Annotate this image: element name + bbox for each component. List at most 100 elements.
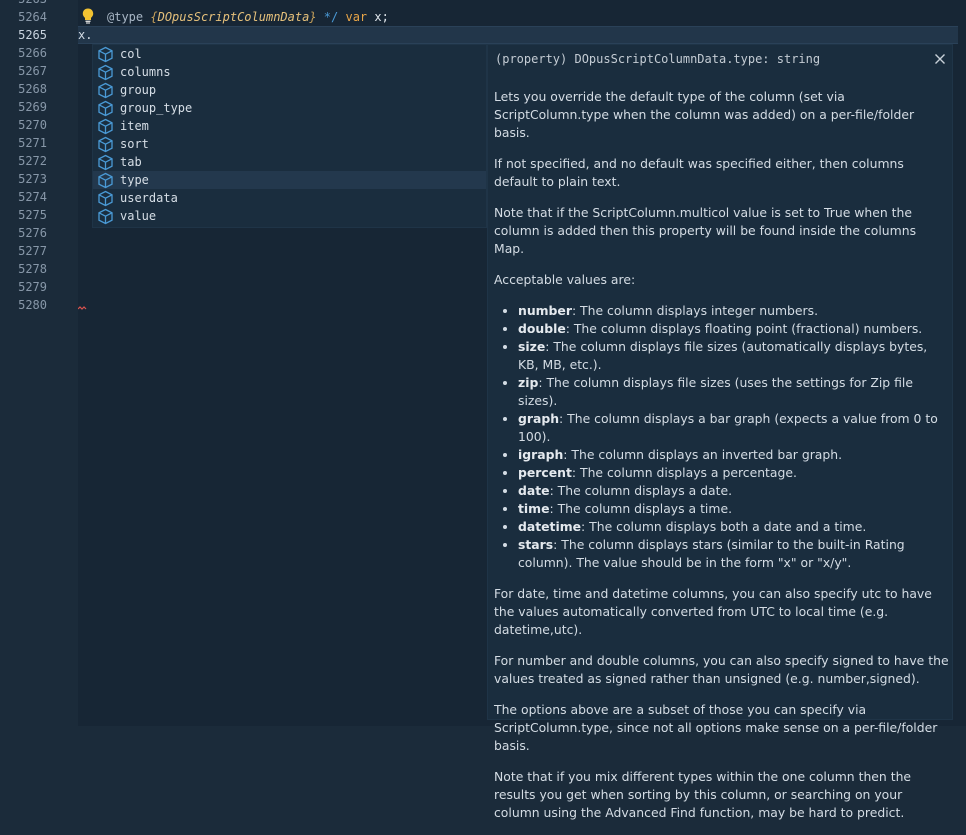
type-open-brace: { — [150, 10, 158, 24]
line-number: 5271 — [18, 136, 47, 150]
value-description: : The column displays a bar graph (expec… — [518, 411, 938, 444]
line-number: 5265 — [18, 28, 47, 42]
property-signature: (property) DOpusScriptColumnData.type: s… — [495, 52, 821, 66]
doc-paragraph: If not specified, and no default was spe… — [494, 156, 904, 189]
property-cube-icon — [97, 46, 114, 63]
value-item-percent: percent: The column displays a percentag… — [518, 464, 949, 482]
value-item-datetime: datetime: The column displays both a dat… — [518, 518, 949, 536]
value-item-date: date: The column displays a date. — [518, 482, 949, 500]
suggest-item-label: tab — [120, 155, 142, 169]
line-number: 5277 — [18, 244, 47, 258]
value-description: : The column displays integer numbers. — [571, 303, 819, 318]
type-class-name: DOpusScriptColumnData — [157, 10, 310, 24]
property-cube-icon — [97, 118, 114, 135]
value-name: datetime — [518, 519, 582, 534]
doc-paragraph: For date, time and datetime columns, you… — [494, 586, 932, 637]
doc-paragraph: The options above are a subset of those … — [494, 702, 938, 753]
comment-end: */ — [323, 10, 339, 24]
suggest-item-label: item — [120, 119, 149, 133]
value-description: : The column displays file sizes (automa… — [518, 339, 928, 372]
line-number: 5275 — [18, 208, 47, 222]
line-number: 5272 — [18, 154, 47, 168]
suggest-widget[interactable]: col columns group group_typeitem sort tab type… — [92, 44, 487, 228]
documentation-body: Lets you override the default type of th… — [494, 88, 949, 835]
property-cube-icon — [97, 100, 114, 117]
line-number: 5273 — [18, 172, 47, 186]
doc-paragraph: Lets you override the default type of th… — [494, 89, 915, 140]
line-number: 5268 — [18, 82, 47, 96]
value-name: igraph — [518, 447, 564, 462]
suggest-item-value[interactable]: value — [93, 207, 486, 225]
code-line-5264[interactable]: @type {DOpusScriptColumnData} */ var x; — [107, 8, 389, 26]
close-icon[interactable] — [932, 51, 948, 67]
value-name: percent — [518, 465, 572, 480]
suggest-item-label: userdata — [120, 191, 178, 205]
line-number-partial: 5263 — [7, 0, 47, 8]
line-number: 5264 — [18, 10, 47, 24]
property-cube-icon — [97, 190, 114, 207]
suggest-item-group_type[interactable]: group_type — [93, 99, 486, 117]
value-item-size: size: The column displays file sizes (au… — [518, 338, 949, 374]
line-number: 5270 — [18, 118, 47, 132]
suggest-item-sort[interactable]: sort — [93, 135, 486, 153]
value-item-number: number: The column displays integer numb… — [518, 302, 949, 320]
line-number-gutter: 5263 5264 5265 5266 5267 5268 5269 5270 5271 527… — [0, 0, 78, 726]
current-line-highlight — [78, 26, 958, 44]
value-description: : The column displays floating point (fr… — [565, 321, 923, 336]
value-description: : The column displays an inverted bar gr… — [563, 447, 843, 462]
var-keyword: var — [345, 10, 368, 24]
property-cube-icon — [97, 64, 114, 81]
var-declaration: x; — [374, 10, 389, 24]
suggest-details-panel: (property) DOpusScriptColumnData.type: s… — [487, 44, 953, 820]
error-squiggle — [78, 306, 87, 310]
suggest-item-group[interactable]: group — [93, 81, 486, 99]
suggest-item-tab[interactable]: tab — [93, 153, 486, 171]
value-item-stars: stars: The column displays stars (simila… — [518, 536, 949, 572]
doc-paragraph: Acceptable values are: — [494, 272, 636, 287]
property-cube-icon — [97, 208, 114, 225]
line-number: 5279 — [18, 280, 47, 294]
jsdoc-tag: @type — [107, 10, 144, 24]
value-item-time: time: The column displays a time. — [518, 500, 949, 518]
lightbulb-icon[interactable] — [82, 8, 94, 24]
suggest-item-type[interactable]: type — [93, 171, 486, 189]
doc-paragraph: Note that if you mix different types wit… — [494, 769, 912, 820]
value-name: number — [518, 303, 572, 318]
line-number: 5267 — [18, 64, 47, 78]
acceptable-values-list: number: The column displays integer numb… — [494, 302, 949, 572]
suggest-item-item[interactable]: item — [93, 117, 486, 135]
value-item-graph: graph: The column displays a bar graph (… — [518, 410, 949, 446]
suggest-item-label: group_type — [120, 101, 193, 115]
suggest-item-col[interactable]: col — [93, 45, 486, 63]
property-cube-icon — [97, 172, 114, 189]
value-item-igraph: igraph: The column displays an inverted … — [518, 446, 949, 464]
value-name: stars — [518, 537, 554, 552]
suggest-item-columns[interactable]: columns — [93, 63, 486, 81]
value-description: : The column displays file sizes (uses t… — [518, 375, 913, 408]
value-name: time — [518, 501, 550, 516]
line-number: 5269 — [18, 100, 47, 114]
property-cube-icon — [97, 136, 114, 153]
doc-paragraph: Note that if the ScriptColumn.multicol v… — [494, 205, 917, 256]
suggest-item-userdata[interactable]: userdata — [93, 189, 486, 207]
member-access-text: x. — [78, 28, 93, 42]
property-cube-icon — [97, 154, 114, 171]
value-name: date — [518, 483, 550, 498]
value-item-zip: zip: The column displays file sizes (use… — [518, 374, 949, 410]
line-number: 5274 — [18, 190, 47, 204]
suggest-item-label: columns — [120, 65, 171, 79]
suggest-item-label: sort — [120, 137, 149, 151]
value-name: graph — [518, 411, 560, 426]
code-line-5265[interactable]: x. — [78, 26, 92, 44]
line-number: 5266 — [18, 46, 47, 60]
value-description: : The column displays a date. — [549, 483, 733, 498]
doc-paragraph: For number and double columns, you can a… — [494, 653, 949, 686]
value-name: size — [518, 339, 546, 354]
value-description: : The column displays both a date and a … — [581, 519, 867, 534]
suggest-item-label: value — [120, 209, 157, 223]
property-cube-icon — [97, 82, 114, 99]
value-name: double — [518, 321, 566, 336]
suggest-item-label: group — [120, 83, 157, 97]
line-number: 5278 — [18, 262, 47, 276]
value-description: : The column displays a time. — [549, 501, 733, 516]
